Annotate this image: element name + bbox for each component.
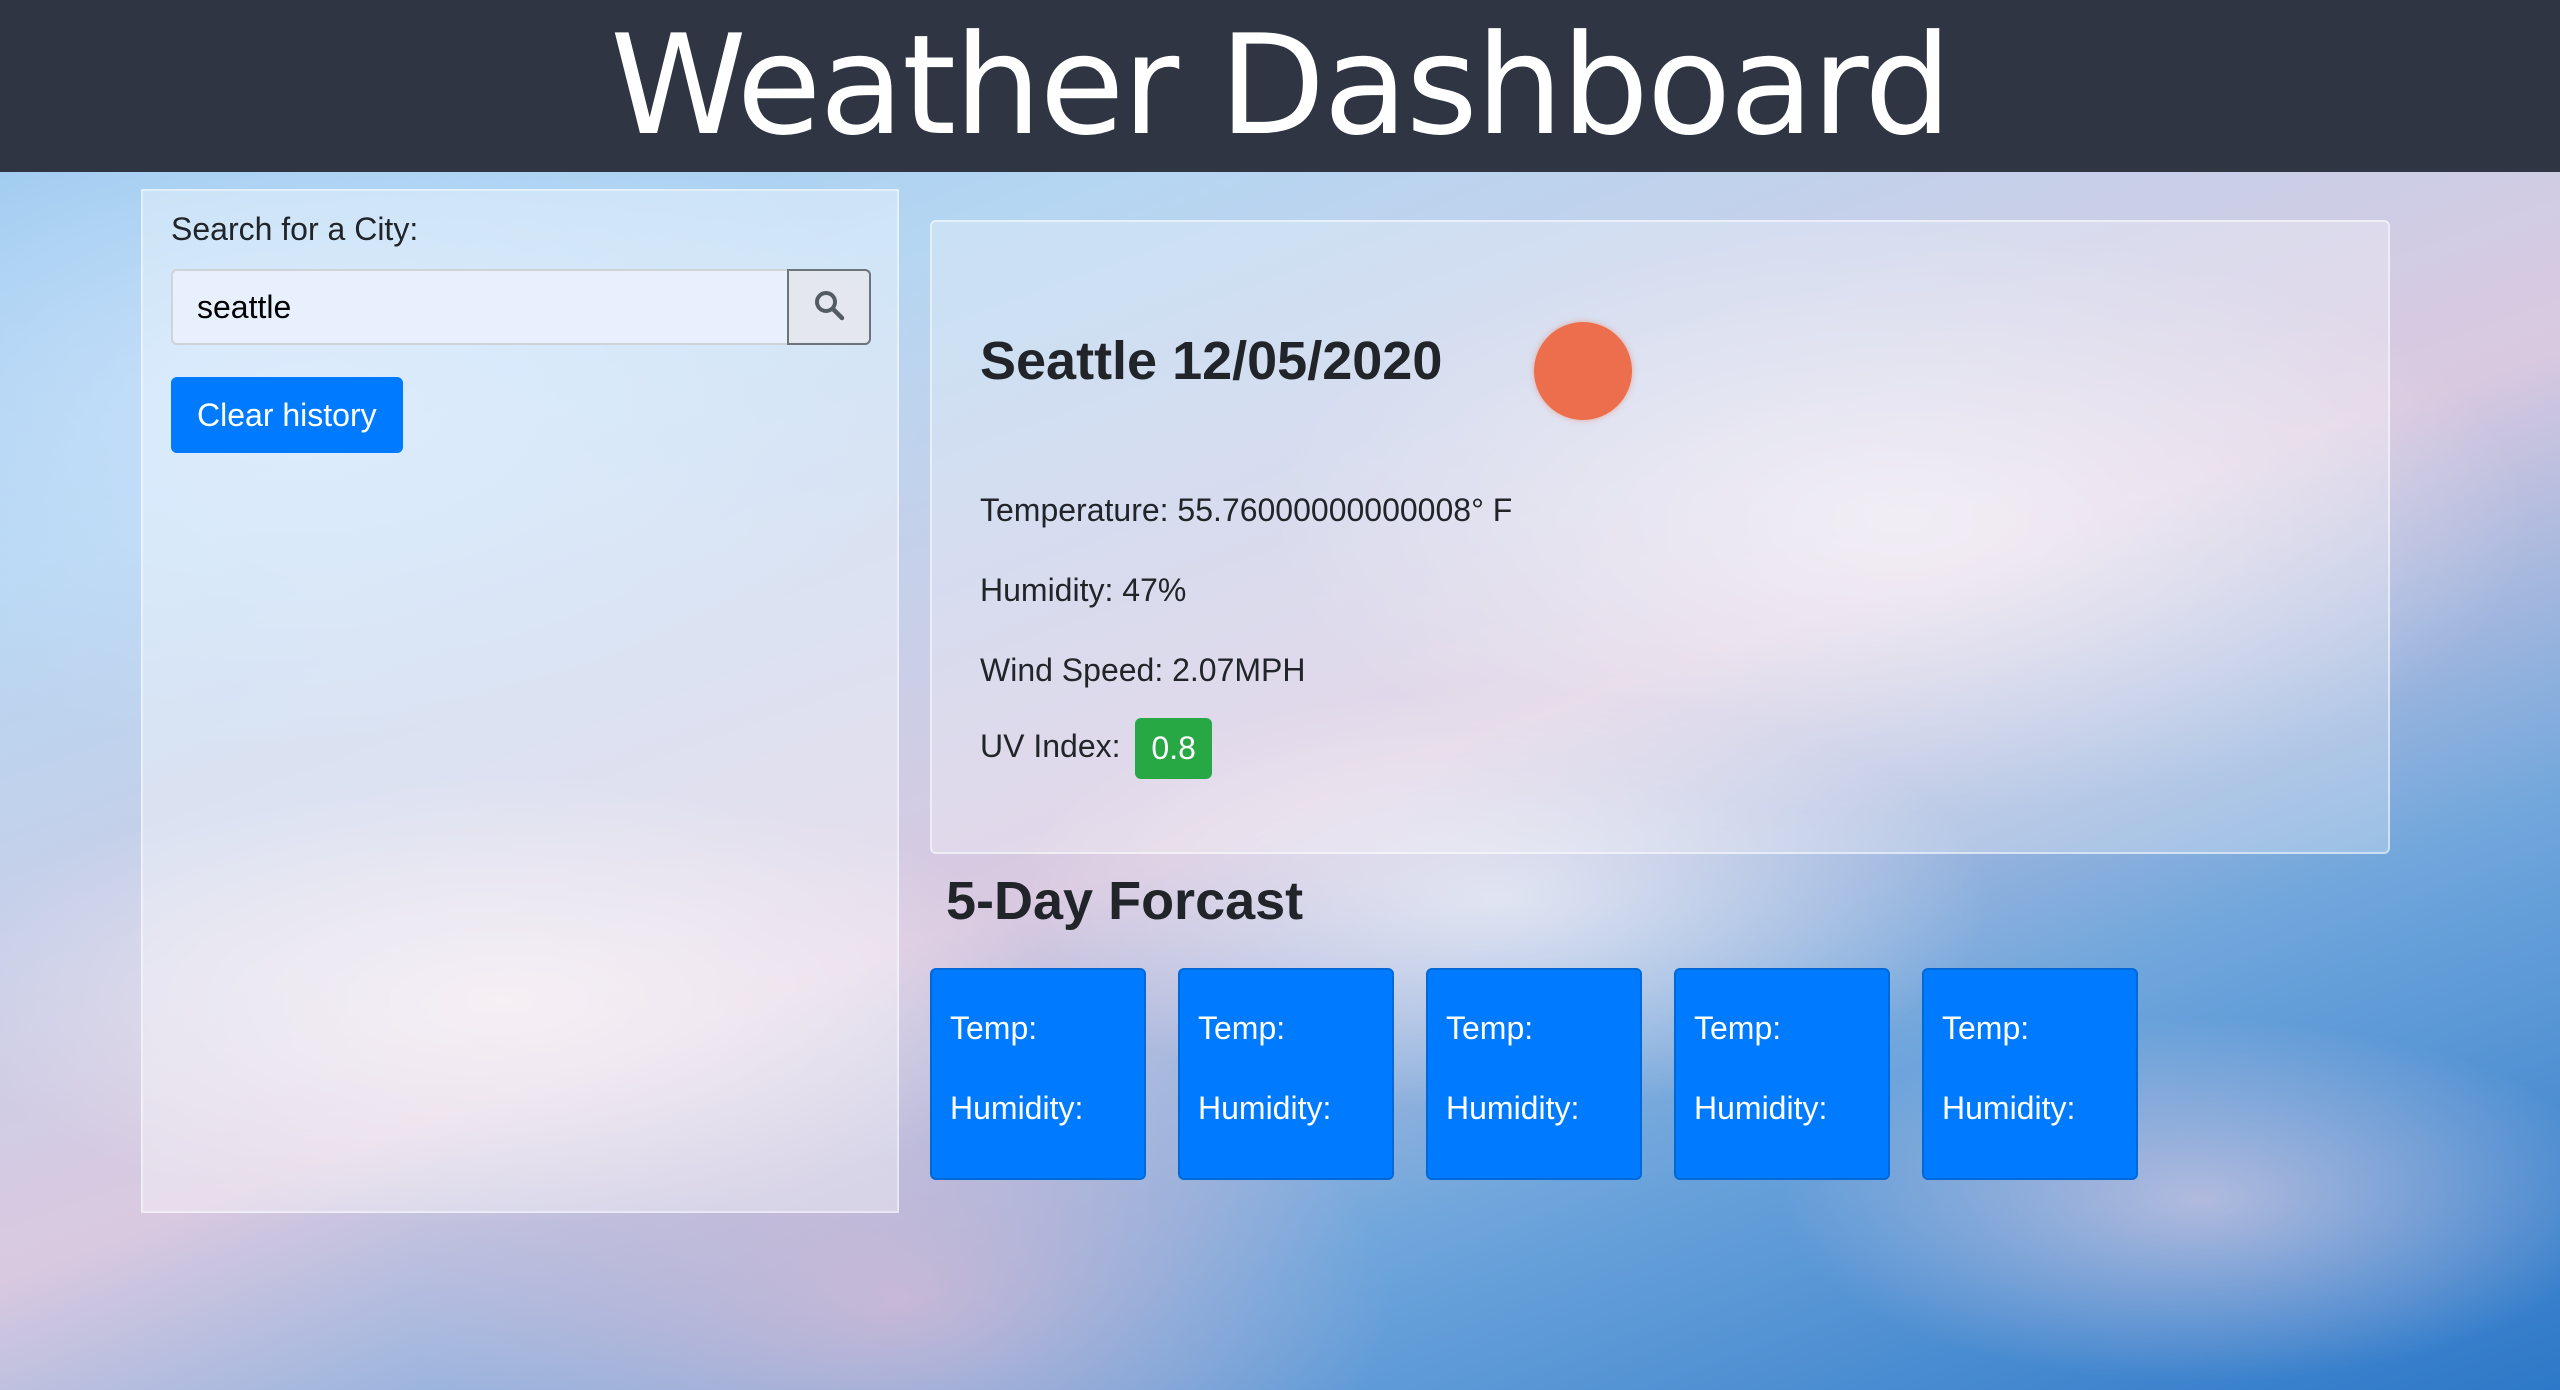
clear-history-button[interactable]: Clear history — [171, 377, 403, 453]
forecast-humidity: Humidity: — [1446, 1090, 1580, 1126]
forecast-temp: Temp: — [1198, 1010, 1286, 1046]
city-date-heading: Seattle 12/05/2020 — [980, 331, 1443, 391]
sun-icon — [1534, 322, 1632, 420]
search-panel: Search for a City: Clear history — [141, 189, 899, 1213]
search-button[interactable] — [787, 269, 871, 345]
forecast-row: Temp: Humidity: Temp: Humidity: Temp: Hu… — [930, 968, 2138, 1180]
forecast-card: Temp: Humidity: — [1674, 968, 1890, 1180]
page-title: Weather Dashboard — [610, 5, 1952, 166]
forecast-card: Temp: Humidity: — [1178, 968, 1394, 1180]
humidity-text: Humidity: 47% — [980, 572, 1187, 608]
forecast-temp: Temp: — [1446, 1010, 1534, 1046]
forecast-humidity: Humidity: — [1198, 1090, 1332, 1126]
temperature-text: Temperature: 55.76000000000008° F — [980, 492, 1513, 528]
forecast-card: Temp: Humidity: — [930, 968, 1146, 1180]
forecast-card: Temp: Humidity: — [1426, 968, 1642, 1180]
wind-speed-text: Wind Speed: 2.07MPH — [980, 652, 1306, 688]
page-header: Weather Dashboard — [0, 0, 2560, 172]
uv-index-label: UV Index: — [980, 727, 1121, 764]
forecast-temp: Temp: — [950, 1010, 1038, 1046]
forecast-heading: 5-Day Forcast — [946, 871, 1304, 931]
search-icon — [813, 289, 845, 326]
forecast-humidity: Humidity: — [1694, 1090, 1828, 1126]
current-weather-card: Seattle 12/05/2020 Temperature: 55.76000… — [930, 220, 2390, 854]
city-search-input[interactable] — [171, 269, 787, 345]
forecast-card: Temp: Humidity: — [1922, 968, 2138, 1180]
forecast-humidity: Humidity: — [950, 1090, 1084, 1126]
uv-index-badge: 0.8 — [1135, 718, 1212, 779]
search-label: Search for a City: — [171, 211, 419, 247]
forecast-humidity: Humidity: — [1942, 1090, 2076, 1126]
forecast-temp: Temp: — [1942, 1010, 2030, 1046]
search-group — [171, 269, 871, 345]
forecast-temp: Temp: — [1694, 1010, 1782, 1046]
uv-index-row: UV Index: 0.8 — [980, 718, 1212, 779]
